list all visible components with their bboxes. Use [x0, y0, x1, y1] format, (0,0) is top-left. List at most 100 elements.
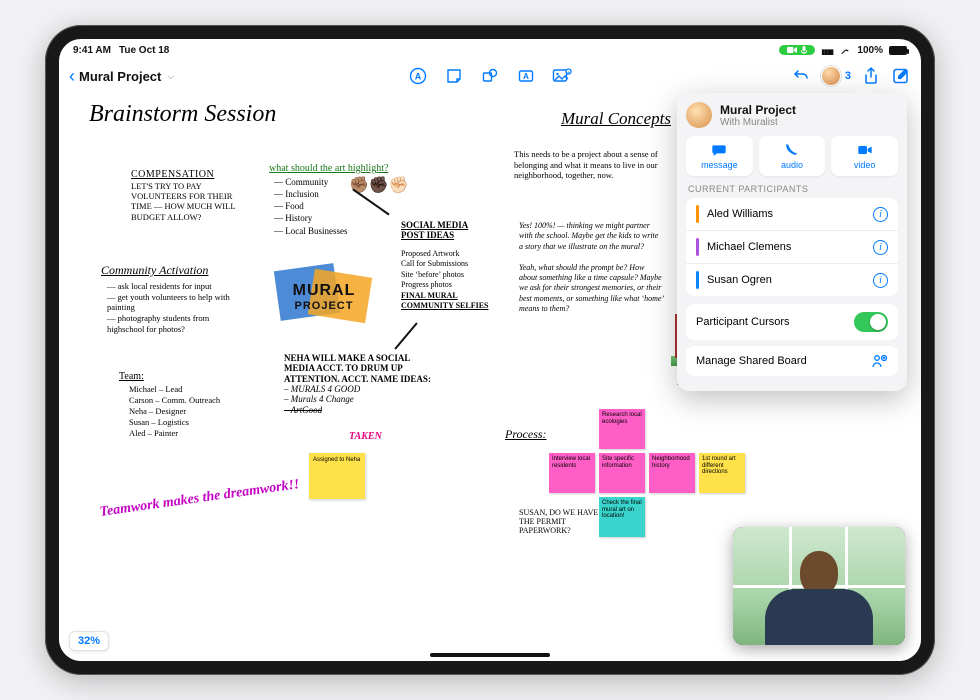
participant-name: Susan Ogren: [707, 274, 772, 286]
team-heading: Team:: [119, 371, 144, 382]
heading-concepts: Mural Concepts: [561, 109, 671, 129]
toggle-switch[interactable]: [854, 312, 888, 332]
status-time: 9:41 AM: [73, 45, 111, 56]
community-activation-list: — ask local residents for input — get yo…: [107, 281, 247, 334]
info-icon[interactable]: i: [873, 273, 888, 288]
sticky-note[interactable]: Research local ecologies: [599, 409, 645, 449]
popover-title: Mural Project: [720, 103, 796, 117]
sticky-note-tool-icon[interactable]: [443, 65, 465, 87]
process-heading: Process:: [505, 427, 547, 442]
message-label: message: [701, 160, 738, 170]
sticky-note[interactable]: Assigned to Neha: [309, 453, 365, 499]
participant-row[interactable]: Susan Ogren i: [686, 264, 898, 296]
video-icon: [857, 142, 873, 158]
sticky-note[interactable]: 1st round art different directions: [699, 453, 745, 493]
wifi-icon: [839, 46, 851, 55]
highlight-list: — Community — Inclusion — Food — History…: [274, 176, 348, 237]
phone-icon: [784, 142, 800, 158]
manage-label: Manage Shared Board: [696, 355, 807, 367]
neha-assignment-note: NEHA WILL MAKE A SOCIAL MEDIA ACCT. TO D…: [284, 353, 434, 415]
message-icon: [711, 142, 727, 158]
social-media-ideas-list: Proposed Artwork Call for Submissions Si…: [401, 249, 489, 311]
title-menu-chevron-icon[interactable]: ⌵: [167, 71, 174, 82]
highlight-question: what should the art highlight?: [269, 163, 388, 174]
svg-text:+: +: [567, 70, 570, 76]
logo-text-top: MURAL: [293, 282, 356, 300]
audio-button[interactable]: audio: [759, 136, 826, 176]
text-tool-icon[interactable]: A: [407, 65, 429, 87]
teamwork-quote: Teamwork makes the dreamwork!!: [99, 477, 301, 521]
audio-label: audio: [781, 160, 803, 170]
mic-icon: [801, 46, 807, 54]
participant-row[interactable]: Aled Williams i: [686, 198, 898, 231]
participants-section-label: CURRENT PARTICIPANTS: [688, 184, 896, 194]
svg-text:A: A: [523, 72, 529, 81]
app-toolbar: ‹ Mural Project ⌵ A A + 3: [59, 61, 921, 91]
video-label: video: [854, 160, 876, 170]
participant-row[interactable]: Michael Clemens i: [686, 231, 898, 264]
participant-name: Aled Williams: [707, 208, 773, 220]
message-button[interactable]: message: [686, 136, 753, 176]
status-bar: 9:41 AM Tue Oct 18 100%: [59, 39, 921, 61]
recording-indicator-pill[interactable]: [779, 45, 815, 55]
participant-name: Michael Clemens: [707, 241, 791, 253]
collaboration-count[interactable]: 3: [845, 70, 851, 82]
concepts-typed-text[interactable]: This needs to be a project about a sense…: [514, 149, 664, 181]
back-button[interactable]: ‹: [69, 66, 75, 87]
ipad-device-frame: 9:41 AM Tue Oct 18 100% ‹ Mural Project …: [45, 25, 935, 675]
info-icon[interactable]: i: [873, 207, 888, 222]
screen: 9:41 AM Tue Oct 18 100% ‹ Mural Project …: [59, 39, 921, 661]
collaboration-popover: Mural Project With Muralist message audi…: [677, 93, 907, 391]
popover-subtitle: With Muralist: [720, 117, 796, 128]
cursors-label: Participant Cursors: [696, 316, 790, 328]
battery-percent: 100%: [857, 45, 883, 56]
neha-strike: – ArtGood: [284, 405, 434, 415]
mural-project-logo[interactable]: MURALPROJECT: [269, 261, 379, 333]
smpi-items: Proposed Artwork Call for Submissions Si…: [401, 249, 468, 289]
camera-icon: [787, 46, 797, 54]
team-list: Michael – Lead Carson – Comm. Outreach N…: [129, 384, 220, 439]
arrow-sketch: [394, 322, 417, 349]
textbox-tool-icon[interactable]: A: [515, 65, 537, 87]
participant-color-dot: [696, 205, 699, 223]
document-title[interactable]: Mural Project: [79, 69, 161, 84]
media-tool-icon[interactable]: +: [551, 65, 573, 87]
concepts-handwritten-notes: Yes! 100%! — thinking we might partner w…: [519, 221, 664, 315]
sticky-note[interactable]: Neighborhood history: [649, 453, 695, 493]
smpi-bold-items: FINAL MURAL COMMUNITY SELFIES: [401, 291, 489, 310]
undo-button[interactable]: [791, 66, 811, 86]
participants-list: Aled Williams i Michael Clemens i Susan …: [686, 198, 898, 296]
compensation-note: LET'S TRY TO PAY VOLUNTEERS FOR THEIR TI…: [131, 181, 241, 222]
info-icon[interactable]: i: [873, 240, 888, 255]
heading-brainstorm: Brainstorm Session: [89, 101, 276, 128]
collaboration-icon: [872, 354, 888, 368]
home-indicator[interactable]: [430, 653, 550, 657]
participant-color-dot: [696, 238, 699, 256]
tool-picker: A A +: [407, 65, 573, 87]
participant-cursors-toggle-row[interactable]: Participant Cursors: [686, 304, 898, 340]
video-button[interactable]: video: [831, 136, 898, 176]
susan-permit-note: SUSAN, DO WE HAVE THE PERMIT PAPERWORK?: [519, 509, 609, 535]
sticky-note[interactable]: Interview local residents: [549, 453, 595, 493]
new-board-button[interactable]: [891, 66, 911, 86]
status-date: Tue Oct 18: [119, 45, 169, 56]
manage-shared-board-row[interactable]: Manage Shared Board: [686, 346, 898, 376]
collaboration-avatar[interactable]: [821, 66, 841, 86]
shapes-tool-icon[interactable]: [479, 65, 501, 87]
battery-icon: [889, 46, 907, 55]
sticky-note[interactable]: Site specific information: [599, 453, 645, 493]
taken-annotation: TAKEN: [349, 431, 382, 442]
neha-ideas: – MURALS 4 GOOD – Murals 4 Change: [284, 384, 434, 405]
community-activation-heading: Community Activation: [101, 263, 208, 278]
cellular-icon: [821, 46, 833, 55]
facetime-pip-window[interactable]: [733, 527, 905, 645]
participant-color-dot: [696, 271, 699, 289]
popover-avatar: [686, 102, 712, 128]
compensation-heading: COMPENSATION: [131, 169, 214, 180]
social-media-ideas-heading: SOCIAL MEDIA POST IDEAS: [401, 221, 481, 241]
svg-text:A: A: [415, 72, 422, 82]
zoom-level-badge[interactable]: 32%: [69, 631, 109, 651]
logo-text-bottom: PROJECT: [295, 300, 354, 312]
pip-person-silhouette: [759, 551, 879, 645]
neha-text: NEHA WILL MAKE A SOCIAL MEDIA ACCT. TO D…: [284, 353, 431, 384]
